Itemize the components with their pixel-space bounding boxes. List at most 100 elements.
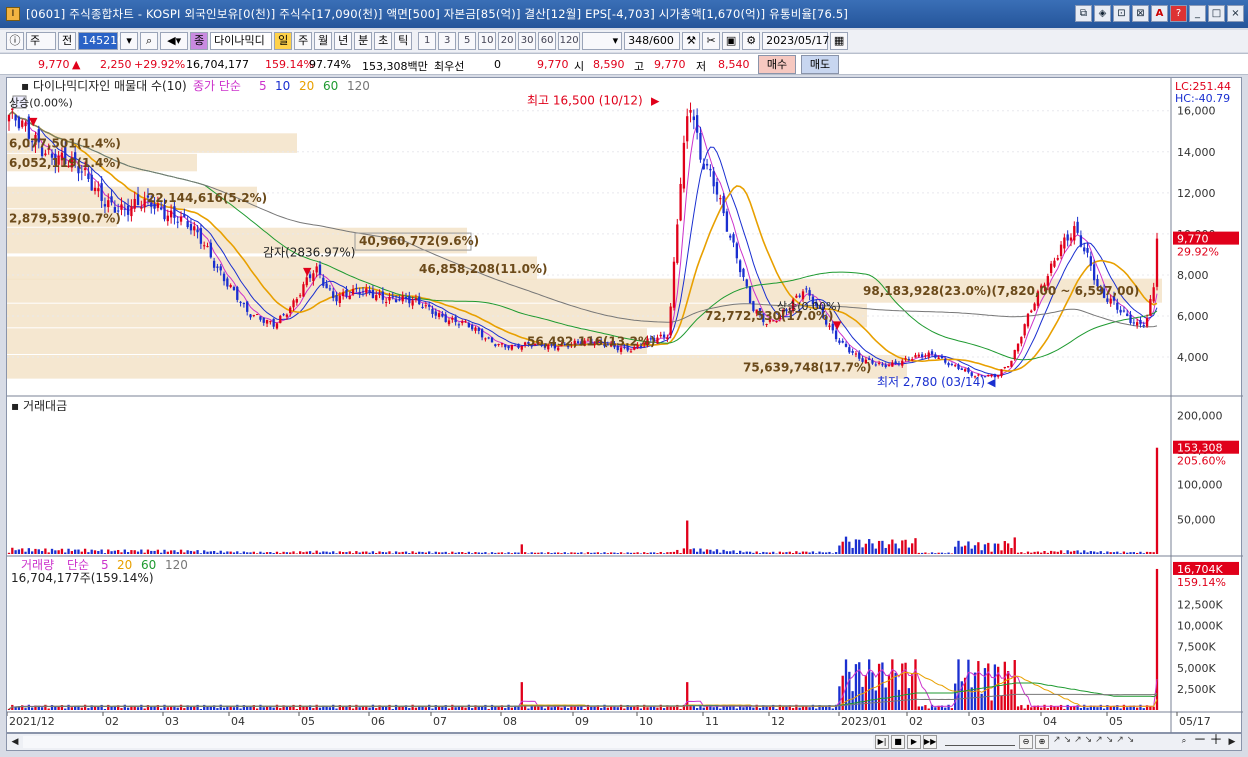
print-icon[interactable]: ⊠ <box>1132 5 1149 22</box>
help-icon[interactable]: ? <box>1170 5 1187 22</box>
amount-bar <box>179 549 183 554</box>
amount-bar <box>27 548 31 554</box>
interval-120[interactable]: 120 <box>558 32 581 50</box>
interval-30[interactable]: 30 <box>518 32 537 50</box>
amount-bar <box>957 540 960 554</box>
link-icon[interactable]: ⧉ <box>1075 5 1092 22</box>
chart-area[interactable]: ▪ 다이나믹디자인 매물대 수(10) 종가 단순 5 10 20 60 120 6,077,… <box>6 77 1243 734</box>
scroll-left-icon[interactable]: ◀ <box>8 735 22 749</box>
period-month[interactable]: 월 <box>314 32 333 50</box>
font-icon[interactable]: A <box>1151 5 1168 22</box>
interval-20[interactable]: 20 <box>498 32 517 50</box>
all-button[interactable]: 전 <box>58 32 77 50</box>
minus-icon[interactable]: － <box>1193 734 1207 749</box>
dropdown-icon[interactable]: ▾ <box>120 32 139 50</box>
scroll-end-button[interactable]: ▶| <box>875 735 889 749</box>
magnify-icon[interactable]: ⌕ <box>1177 735 1191 749</box>
amount-bar <box>57 550 60 554</box>
amount-bar <box>471 553 474 554</box>
candle-body <box>967 368 970 373</box>
volume-bar <box>160 708 163 710</box>
sell-button[interactable]: 매도 <box>801 55 839 74</box>
volume-bar <box>126 707 130 710</box>
zoom-out-button[interactable]: ⊖ <box>1019 735 1033 749</box>
play-button[interactable]: ▶ <box>907 735 921 749</box>
settings-icon[interactable]: ⚙ <box>742 32 761 50</box>
period-day[interactable]: 일 <box>274 32 293 50</box>
plus-icon[interactable]: ＋ <box>1209 734 1223 749</box>
period-second[interactable]: 초 <box>374 32 393 50</box>
stock-code-input[interactable]: 145210 <box>78 32 124 50</box>
amount-bar <box>262 552 265 554</box>
period-tick[interactable]: 틱 <box>394 32 413 50</box>
amount-bar <box>851 547 854 554</box>
interval-1[interactable]: 1 <box>418 32 437 50</box>
close-button[interactable]: × <box>1227 5 1244 22</box>
price-tick-label: 8,000 <box>1177 269 1209 282</box>
volume-bar <box>249 706 252 710</box>
candle-body <box>189 223 193 231</box>
candle-body <box>265 320 269 324</box>
interval-3[interactable]: 3 <box>438 32 457 50</box>
stop-button[interactable]: ■ <box>891 735 905 749</box>
sound-icon[interactable]: ◀▾ <box>160 32 189 50</box>
volume-bar <box>166 707 169 710</box>
chart-svg[interactable]: ▪ 다이나믹디자인 매물대 수(10) 종가 단순 5 10 20 60 120 6,077,… <box>6 78 1243 734</box>
volume-bar <box>179 704 183 710</box>
volume-bar <box>120 708 123 710</box>
bookmark-icon[interactable]: 종 <box>190 32 209 50</box>
candle-body <box>1135 322 1139 326</box>
chart-scrollbar[interactable]: ◀ ▶| ■ ▶ ▶▶ ⊖ ⊕ ↗↘↗↘↗↘↗↘ ⌕ － ＋ ▶ <box>6 733 1242 751</box>
drawing-tools[interactable]: ↗↘↗↘↗↘↗↘ <box>1053 735 1173 749</box>
date-input[interactable]: 2023/05/17 <box>762 32 830 50</box>
zoom-slider[interactable] <box>945 738 1015 746</box>
volume-bar <box>1026 704 1030 710</box>
candle-body <box>44 153 47 156</box>
volume-bar <box>272 707 275 710</box>
period-minute[interactable]: 분 <box>354 32 373 50</box>
sync-icon[interactable]: ◈ <box>1094 5 1111 22</box>
scroll-right-icon[interactable]: ▶ <box>1225 735 1239 749</box>
amount-bar <box>901 540 904 554</box>
amount-bar <box>325 551 328 554</box>
scroll-track[interactable] <box>23 736 873 748</box>
zoom-in-button[interactable]: ⊕ <box>1035 735 1049 749</box>
calendar-icon[interactable]: ▦ <box>830 32 849 50</box>
info-icon[interactable]: ⓘ <box>6 32 24 50</box>
candle-body <box>289 307 292 314</box>
screen-icon[interactable]: ⊡ <box>1113 5 1130 22</box>
minimize-button[interactable]: _ <box>1189 5 1206 22</box>
fast-forward-button[interactable]: ▶▶ <box>923 735 937 749</box>
candle-body <box>934 354 937 358</box>
search-icon[interactable]: ⌕ <box>140 32 159 50</box>
buy-button[interactable]: 매수 <box>758 55 796 74</box>
amount-bar <box>629 552 633 554</box>
market-select[interactable]: 주 <box>26 32 56 50</box>
amount-bar <box>212 550 216 554</box>
period-week[interactable]: 주 <box>294 32 313 50</box>
rise-start-arrow-icon: ▼ <box>29 115 38 128</box>
interval-60[interactable]: 60 <box>538 32 557 50</box>
last-volume-label: 16,704K <box>1177 563 1223 576</box>
amount-bar <box>60 548 64 554</box>
candle-body <box>712 171 715 187</box>
amount-bar <box>368 552 371 554</box>
volume-bar <box>494 706 497 710</box>
scissors-icon[interactable]: ✂ <box>702 32 721 50</box>
interval-custom-input[interactable]: ▾ <box>582 32 623 50</box>
candle-body <box>206 246 209 248</box>
candle-body <box>1142 325 1145 327</box>
candle-body <box>444 314 447 323</box>
volume-bar <box>897 689 901 710</box>
tools-icon[interactable]: ⚒ <box>682 32 701 50</box>
save-icon[interactable]: ▣ <box>722 32 741 50</box>
maximize-button[interactable]: □ <box>1208 5 1225 22</box>
volume-bar <box>1046 708 1049 710</box>
period-year[interactable]: 년 <box>334 32 353 50</box>
candle-body <box>887 365 891 367</box>
amount-bar <box>983 544 987 554</box>
interval-10[interactable]: 10 <box>478 32 497 50</box>
candle-body <box>1059 244 1063 257</box>
candle-body <box>722 196 725 214</box>
interval-5[interactable]: 5 <box>458 32 477 50</box>
